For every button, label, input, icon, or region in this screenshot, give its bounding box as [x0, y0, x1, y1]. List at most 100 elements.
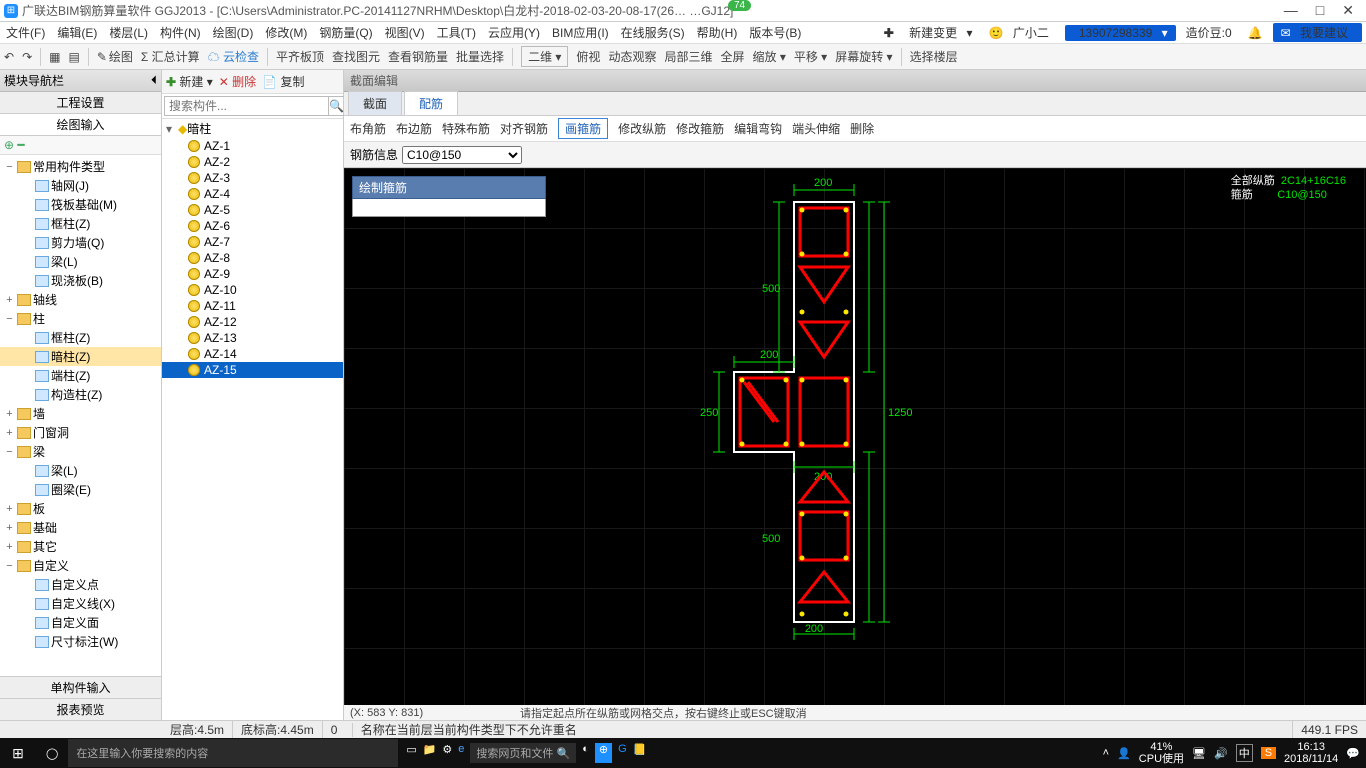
tree-row[interactable]: 剪力墙(Q) [0, 233, 161, 252]
edit-hook-button[interactable]: 编辑弯钩 [734, 120, 782, 137]
tree-row[interactable]: 暗柱(Z) [0, 347, 161, 366]
draw-stirrup-dropdown[interactable]: 绘制箍筋 [352, 176, 546, 217]
list-item[interactable]: AZ-13 [162, 330, 343, 346]
align-bar-button[interactable]: 对齐钢筋 [500, 120, 548, 137]
menu-tools[interactable]: 工具(T) [431, 24, 482, 41]
app5-icon[interactable]: G [618, 743, 627, 763]
component-list[interactable]: ▾◆ 暗柱AZ-1AZ-2AZ-3AZ-4AZ-5AZ-6AZ-7AZ-8AZ-… [162, 119, 343, 720]
ie-icon[interactable]: e [458, 743, 464, 763]
list-item[interactable]: AZ-5 [162, 202, 343, 218]
maximize-button[interactable]: □ [1316, 2, 1324, 19]
close-button[interactable]: ✕ [1342, 2, 1354, 19]
tree-row[interactable]: +基础 [0, 518, 161, 537]
notification-badge[interactable]: 74 [728, 0, 751, 11]
windows-taskbar[interactable]: ⊞ ◯ 在这里输入你要搜索的内容 ▭ 📁 ⚙ e 搜索网页和文件 🔍 ◐ ⊕ G… [0, 738, 1366, 768]
ime-icon[interactable]: 中 [1236, 744, 1253, 762]
select-floor-button[interactable]: 选择楼层 [910, 48, 958, 65]
menu-view[interactable]: 视图(V) [379, 24, 431, 41]
cloud-check-button[interactable]: ☁ 云检查 [208, 48, 259, 65]
search-input[interactable] [164, 96, 329, 116]
collapse-panel-icon[interactable]: ⏴ [151, 73, 157, 88]
new-change-button[interactable]: ✚ 新建变更 ▾ [872, 24, 979, 41]
list-item[interactable]: AZ-11 [162, 298, 343, 314]
tree-row[interactable]: −常用构件类型 [0, 157, 161, 176]
start-button[interactable]: ⊞ [0, 745, 36, 762]
find-element-button[interactable]: 查找图元 [332, 48, 380, 65]
tree-row[interactable]: 圈梁(E) [0, 480, 161, 499]
app6-icon[interactable]: 📒 [633, 743, 647, 763]
tree-row[interactable]: 尺寸标注(W) [0, 632, 161, 651]
copy-button[interactable]: 📄 复制 [262, 73, 304, 90]
menu-cloud[interactable]: 云应用(Y) [482, 24, 546, 41]
local-3d-button[interactable]: 局部三维 [664, 48, 712, 65]
draw-input-tab[interactable]: 绘图输入 [0, 114, 161, 136]
tree-row[interactable]: 自定义点 [0, 575, 161, 594]
app4-icon[interactable]: ⊕ [595, 743, 612, 763]
menu-bim[interactable]: BIM应用(I) [546, 24, 615, 41]
top-view-button[interactable]: 俯视 [576, 48, 600, 65]
tree-toolbar[interactable]: ⊕ ━ [0, 136, 161, 155]
phone-badge[interactable]: 13907298339 ▾ [1065, 25, 1176, 41]
tab-section[interactable]: 截面 [348, 91, 402, 115]
modify-long-button[interactable]: 修改纵筋 [618, 120, 666, 137]
draw-button[interactable]: ✎ 绘图 [97, 48, 133, 65]
tree-row[interactable]: +门窗洞 [0, 423, 161, 442]
sogou-icon[interactable]: S [1261, 747, 1276, 759]
taskview-icon[interactable]: ▭ [406, 743, 416, 763]
user-avatar[interactable]: 🙂 广小二 [983, 24, 1061, 41]
search-web-label[interactable]: 搜索网页和文件 🔍 [470, 743, 576, 763]
feedback-button[interactable]: ✉ 我要建议 [1273, 23, 1362, 42]
flat-top-button[interactable]: 平齐板顶 [276, 48, 324, 65]
tree-row[interactable]: 筏板基础(M) [0, 195, 161, 214]
grid-button[interactable]: ▦ [49, 50, 60, 64]
tree-row[interactable]: −柱 [0, 309, 161, 328]
menu-modify[interactable]: 修改(M) [259, 24, 313, 41]
corner-bar-button[interactable]: 布角筋 [350, 120, 386, 137]
menu-rebar[interactable]: 钢筋量(Q) [313, 24, 378, 41]
tray-up-icon[interactable]: ˄ [1103, 747, 1109, 759]
tree-row[interactable]: 自定义线(X) [0, 594, 161, 613]
project-settings-tab[interactable]: 工程设置 [0, 92, 161, 114]
bell-icon[interactable]: 🔔 [1242, 26, 1269, 40]
dynamic-orbit-button[interactable]: 动态观察 [608, 48, 656, 65]
batch-select-button[interactable]: 批量选择 [456, 48, 504, 65]
list-item[interactable]: AZ-3 [162, 170, 343, 186]
tree-row[interactable]: 梁(L) [0, 461, 161, 480]
tree-row[interactable]: −自定义 [0, 556, 161, 575]
menu-floor[interactable]: 楼层(L) [103, 24, 154, 41]
taskbar-search[interactable]: 在这里输入你要搜索的内容 [68, 739, 398, 767]
zoom-dropdown[interactable]: 缩放 ▾ [752, 48, 785, 65]
list-item[interactable]: AZ-1 [162, 138, 343, 154]
tree-row[interactable]: 构造柱(Z) [0, 385, 161, 404]
tree-row[interactable]: +墙 [0, 404, 161, 423]
grid2-button[interactable]: ▤ [68, 50, 79, 64]
cortana-icon[interactable]: ◯ [36, 747, 68, 760]
pan-dropdown[interactable]: 平移 ▾ [794, 48, 827, 65]
menu-online[interactable]: 在线服务(S) [615, 24, 691, 41]
menu-draw[interactable]: 绘图(D) [207, 24, 260, 41]
tree-row[interactable]: +板 [0, 499, 161, 518]
network-icon[interactable]: 🖥 [1192, 747, 1206, 760]
app1-icon[interactable]: 📁 [423, 743, 437, 763]
menu-version[interactable]: 版本号(B) [743, 24, 807, 41]
redo-button[interactable]: ↷ [22, 50, 32, 64]
draw-stirrup-button[interactable]: 画箍筋 [558, 118, 608, 139]
action-center-icon[interactable]: 💬 [1346, 747, 1360, 760]
tree-row[interactable]: 自定义面 [0, 613, 161, 632]
delete-button[interactable]: ✕ 删除 [219, 73, 256, 90]
view-rebar-button[interactable]: 查看钢筋量 [388, 48, 448, 65]
list-item[interactable]: AZ-9 [162, 266, 343, 282]
list-item[interactable]: AZ-4 [162, 186, 343, 202]
fullscreen-button[interactable]: 全屏 [720, 48, 744, 65]
volume-icon[interactable]: 🔊 [1214, 747, 1228, 760]
minimize-button[interactable]: — [1284, 2, 1298, 19]
component-tree[interactable]: −常用构件类型轴网(J)筏板基础(M)框柱(Z)剪力墙(Q)梁(L)现浇板(B)… [0, 155, 161, 676]
menu-help[interactable]: 帮助(H) [691, 24, 744, 41]
tree-row[interactable]: −梁 [0, 442, 161, 461]
cpu-meter[interactable]: 41%CPU使用 [1139, 741, 1184, 765]
list-item[interactable]: AZ-8 [162, 250, 343, 266]
modify-stirrup-button[interactable]: 修改箍筋 [676, 120, 724, 137]
tree-row[interactable]: +轴线 [0, 290, 161, 309]
tree-row[interactable]: 现浇板(B) [0, 271, 161, 290]
tree-row[interactable]: 端柱(Z) [0, 366, 161, 385]
